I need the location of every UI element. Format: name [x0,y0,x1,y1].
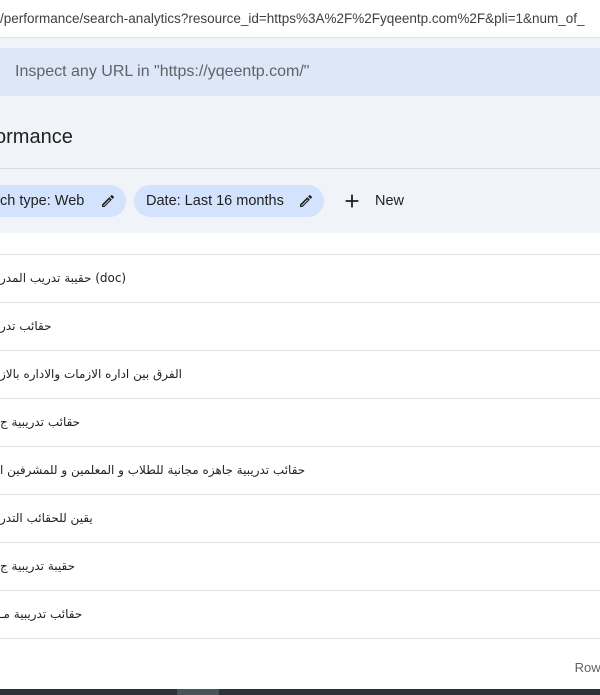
taskbar [0,689,600,695]
inspect-placeholder: Inspect any URL in "https://yqeentp.com/… [15,63,310,80]
table-row[interactable]: حقيبة تدريب المدر (doc) [0,255,600,303]
search-type-label: ch type: Web [0,193,85,209]
query-cell: الفرق بين اداره الازمات والاداره بالاز [0,367,182,381]
header-divider [0,168,600,169]
query-cell: حقائب تدريبية مـ [0,607,83,621]
inspect-url-input[interactable]: Inspect any URL in "https://yqeentp.com/… [0,48,600,96]
taskbar-active-item[interactable] [177,689,219,695]
table-row[interactable]: ... ... ... [0,233,600,255]
table-row[interactable]: حقائب تدريبية ج [0,399,600,447]
date-filter-chip[interactable]: Date: Last 16 months [134,185,324,217]
query-cell: حقائب تدريبية جاهزه مجانية للطلاب و المع… [0,463,306,477]
query-cell: حقيبة تدريبية ج [0,559,75,573]
table-row[interactable]: حقيبة تدريبية ج [0,543,600,591]
pencil-icon[interactable] [298,193,314,209]
rows-per-page-label: Rows p [574,660,600,675]
inspect-region: Inspect any URL in "https://yqeentp.com/… [0,38,600,96]
performance-header: ormance ch type: Web Date: Last 16 month… [0,96,600,233]
table-row[interactable]: حقائب تدريبية جاهزه مجانية للطلاب و المع… [0,447,600,495]
date-filter-label: Date: Last 16 months [146,193,284,209]
address-url[interactable]: /performance/search-analytics?resource_i… [0,11,585,26]
address-bar[interactable]: /performance/search-analytics?resource_i… [0,0,600,38]
search-type-filter-chip[interactable]: ch type: Web [0,185,126,217]
table-row[interactable]: حقائب تدريبية مـ [0,591,600,639]
query-cell: حقائب تدريبية ج [0,415,81,429]
query-cell: حقيبة تدريب المدر (doc) [0,271,127,285]
pencil-icon[interactable] [100,193,116,209]
new-filter-button[interactable]: New [338,185,404,217]
plus-icon [345,194,359,208]
new-filter-label: New [375,193,405,209]
table-row[interactable]: الفرق بين اداره الازمات والاداره بالاز [0,351,600,399]
search-console-page: /performance/search-analytics?resource_i… [0,0,600,695]
query-cell: يقين للحقائب التدر [0,511,93,525]
table-row[interactable]: حقائب تدر [0,303,600,351]
query-cell: حقائب تدر [0,319,52,333]
page-title: ormance [0,126,73,148]
table-row[interactable]: يقين للحقائب التدر [0,495,600,543]
queries-table: ... ... ... حقيبة تدريب المدر (doc) حقائ… [0,233,600,639]
